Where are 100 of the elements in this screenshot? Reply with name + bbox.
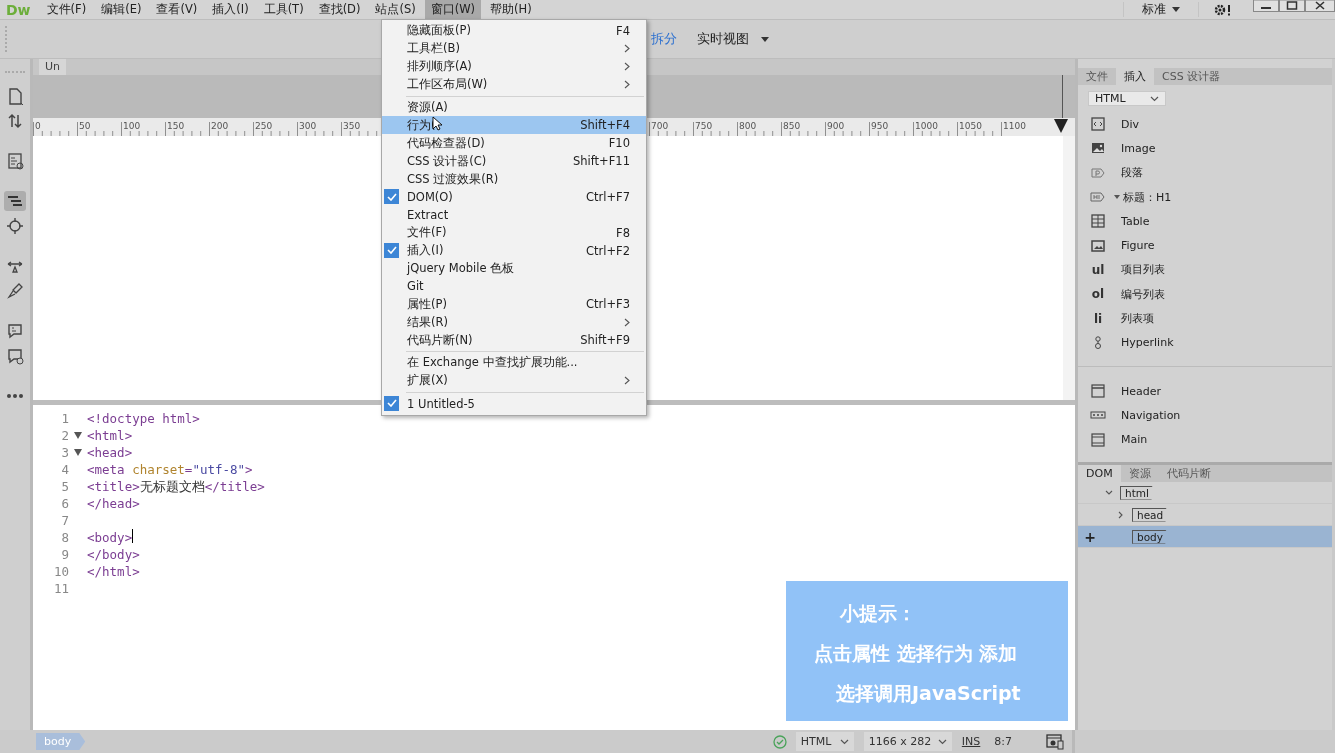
menu-item[interactable]: 插入(I) Ctrl+F2 <box>382 241 646 260</box>
tip-text: 选择调用JavaScript <box>835 681 1022 706</box>
panel-tab[interactable]: CSS 设计器 <box>1154 68 1229 85</box>
menu-item[interactable]: 站点(S) <box>369 0 422 19</box>
menu-item[interactable]: 窗口(W) <box>424 0 482 19</box>
cursor-position: 8:7 <box>994 735 1012 748</box>
line-number: 10 <box>52 563 69 580</box>
minimize-icon[interactable] <box>1253 0 1279 12</box>
menu-item[interactable]: 查找(D) <box>312 0 367 19</box>
ruler-label: 200 <box>211 121 229 131</box>
check-icon <box>772 734 787 749</box>
panel-tab[interactable]: 插入 <box>1116 68 1154 85</box>
menu-item[interactable]: 排列顺序(A) <box>382 57 646 76</box>
menu-item[interactable]: 隐藏面板(P) F4 <box>382 22 646 40</box>
document-tab[interactable]: Un <box>39 59 67 75</box>
view-tab[interactable]: 实时视图 <box>697 30 769 48</box>
workspace-switcher[interactable]: 标准 <box>1123 2 1199 17</box>
menu-item[interactable]: 工具(T) <box>257 0 310 19</box>
ruler-label: 1050 <box>959 121 982 131</box>
code-line: <!doctype html> <box>87 410 200 427</box>
code-line: </html> <box>87 563 140 580</box>
menu-item[interactable]: jQuery Mobile 色板 <box>382 259 646 278</box>
fold-triangle-icon[interactable] <box>74 449 82 456</box>
line-number: 11 <box>52 580 69 597</box>
insert-item[interactable]: Image <box>1121 141 1156 155</box>
insert-item[interactable]: 编号列表 <box>1121 286 1165 302</box>
ruler-label: 900 <box>827 121 845 131</box>
close-icon[interactable] <box>1305 0 1335 12</box>
menu-item[interactable]: 文件(F) F8 <box>382 223 646 242</box>
menu-item[interactable]: Extract <box>382 205 646 224</box>
chevron-right-icon[interactable] <box>1117 510 1125 519</box>
caret-icon[interactable] <box>1114 195 1120 200</box>
menu-item[interactable]: CSS 设计器(C) Shift+F11 <box>382 152 646 171</box>
menu-item[interactable]: 查看(V) <box>150 0 204 19</box>
add-button[interactable]: + <box>1080 528 1100 545</box>
indent-list-icon[interactable] <box>4 191 26 211</box>
menu-item[interactable]: 帮助(H) <box>484 0 538 19</box>
ruler-label: 250 <box>255 121 273 131</box>
menu-item[interactable]: 工作区布局(W) <box>382 75 646 94</box>
menu-item[interactable]: 资源(A) <box>382 98 646 117</box>
insert-item[interactable]: 项目列表 <box>1121 262 1165 278</box>
list-tag-icon: ul <box>1091 262 1105 277</box>
menu-item[interactable]: 扩展(X) <box>382 371 646 390</box>
caret-icon <box>1172 7 1180 12</box>
main-layout-icon <box>1090 431 1106 448</box>
menu-item[interactable]: 代码片断(N) Shift+F9 <box>382 331 646 350</box>
insert-item[interactable]: Hyperlink <box>1121 336 1174 350</box>
menu-item[interactable]: 文件(F) <box>40 0 93 19</box>
insert-mode[interactable]: INS <box>961 735 981 748</box>
chevron-down-icon[interactable] <box>1105 488 1113 497</box>
menu-item[interactable]: 1 Untitled-5 <box>382 394 646 413</box>
panel-tab[interactable]: 文件 <box>1078 68 1116 85</box>
ruler-label: 150 <box>167 121 185 131</box>
figure-icon <box>1090 237 1106 254</box>
insert-item[interactable]: Figure <box>1121 239 1155 253</box>
insert-item[interactable]: Div <box>1121 117 1140 131</box>
window-size-dropdown[interactable]: 1166 x 282 <box>863 732 952 751</box>
div-icon <box>1090 116 1106 133</box>
ruler-label: 300 <box>299 121 317 131</box>
line-number: 1 <box>60 410 69 427</box>
document-type-dropdown[interactable]: HTML <box>795 732 854 751</box>
insert-item[interactable]: Table <box>1121 214 1150 228</box>
menu-item[interactable]: 代码检查器(D) F10 <box>382 134 646 153</box>
insert-item[interactable]: Main <box>1121 433 1148 447</box>
code-line: <meta charset="utf-8"> <box>87 461 253 478</box>
panel-tab[interactable]: 资源 <box>1120 465 1159 482</box>
menu-item[interactable]: Git <box>382 277 646 296</box>
category-dropdown[interactable]: HTML <box>1088 91 1166 106</box>
menu-item[interactable]: 插入(I) <box>206 0 255 19</box>
insert-item[interactable]: Navigation <box>1121 408 1181 422</box>
panel-tab[interactable]: DOM <box>1078 465 1121 482</box>
target-icon[interactable] <box>4 216 26 236</box>
ruler-label: 1000 <box>915 121 938 131</box>
dom-node-row[interactable]: + body <box>1078 526 1332 548</box>
header-layout-icon <box>1090 383 1106 400</box>
menu-item[interactable]: 结果(R) <box>382 313 646 332</box>
settings-icon[interactable] <box>1213 2 1233 17</box>
menu-item[interactable]: DOM(O) Ctrl+F7 <box>382 188 646 206</box>
preview-devices-icon[interactable] <box>1046 733 1064 750</box>
maximize-icon[interactable] <box>1279 0 1305 12</box>
menu-item[interactable]: 工具栏(B) <box>382 39 646 58</box>
caret-icon <box>761 36 769 42</box>
ruler-label: 0 <box>35 121 41 131</box>
tip-text: 点击属性 选择行为 添加 <box>814 641 1019 666</box>
panel-tab[interactable]: 代码片断 <box>1158 465 1219 482</box>
code-line: </body> <box>87 546 140 563</box>
menu-item[interactable]: 属性(P) Ctrl+F3 <box>382 295 646 314</box>
insert-item[interactable]: 标题：H1 <box>1123 189 1172 205</box>
menu-item[interactable]: 在 Exchange 中查找扩展功能... <box>382 354 646 372</box>
insert-item[interactable]: 段落 <box>1121 165 1143 181</box>
table-icon <box>1090 213 1106 230</box>
insert-item[interactable]: Header <box>1121 384 1162 398</box>
ruler-label: 1100 <box>1003 121 1026 131</box>
code-line: <head> <box>87 444 133 461</box>
menu-item[interactable]: 编辑(E) <box>95 0 148 19</box>
dom-node-row[interactable]: html <box>1078 482 1332 504</box>
insert-item[interactable]: 列表项 <box>1121 311 1154 326</box>
line-number: 3 <box>60 444 69 461</box>
fold-triangle-icon[interactable] <box>74 432 82 439</box>
menu-item[interactable]: CSS 过渡效果(R) <box>382 170 646 188</box>
